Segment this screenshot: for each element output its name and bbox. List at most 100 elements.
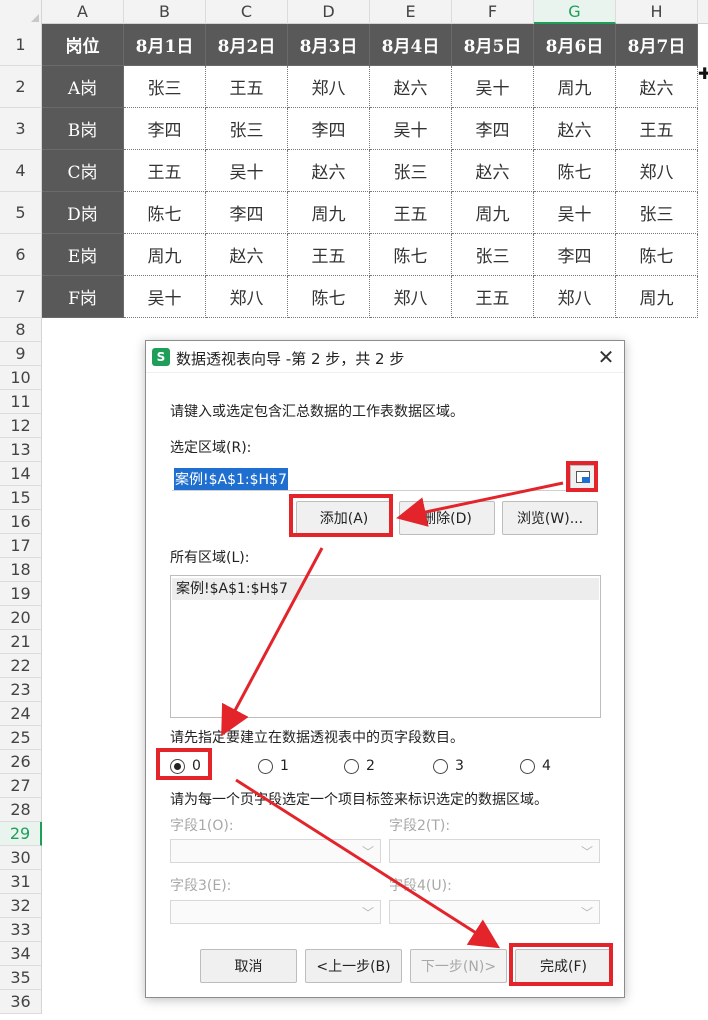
table-cell[interactable]: E岗 [42, 234, 124, 276]
table-cell[interactable]: 赵六 [288, 150, 370, 192]
collapse-dialog-button[interactable] [570, 465, 596, 489]
table-cell[interactable]: 赵六 [206, 234, 288, 276]
row-header-7[interactable]: 7 [0, 276, 42, 318]
cancel-button[interactable]: 取消 [200, 949, 297, 983]
row-header-22[interactable]: 22 [0, 654, 42, 678]
finish-button[interactable]: 完成(F) [515, 949, 612, 983]
table-cell[interactable]: A岗 [42, 66, 124, 108]
table-cell[interactable]: 吴十 [206, 150, 288, 192]
radio-page-field-0[interactable]: 0 [170, 756, 201, 776]
column-header-c[interactable]: C [206, 0, 288, 24]
table-cell[interactable]: 李四 [206, 192, 288, 234]
field2-combo[interactable]: ﹀ [389, 839, 600, 863]
row-header-23[interactable]: 23 [0, 678, 42, 702]
row-header-36[interactable]: 36 [0, 990, 42, 1014]
row-header-8[interactable]: 8 [0, 318, 42, 342]
field4-combo[interactable]: ﹀ [389, 900, 600, 924]
table-cell[interactable]: 李四 [124, 108, 206, 150]
column-header-h[interactable]: H [616, 0, 698, 24]
table-cell[interactable]: 陈七 [370, 234, 452, 276]
row-header-30[interactable]: 30 [0, 846, 42, 870]
table-cell[interactable]: 郑八 [534, 276, 616, 318]
table-cell[interactable]: F岗 [42, 276, 124, 318]
table-cell[interactable]: 周九 [124, 234, 206, 276]
row-header-18[interactable]: 18 [0, 558, 42, 582]
select-all-corner[interactable] [0, 0, 42, 24]
table-cell[interactable]: 陈七 [124, 192, 206, 234]
table-cell[interactable]: 吴十 [124, 276, 206, 318]
radio-page-field-1[interactable]: 1 [258, 756, 289, 776]
table-cell[interactable]: 周九 [288, 192, 370, 234]
field1-combo[interactable]: ﹀ [170, 839, 381, 863]
table-header-cell[interactable]: 8月7日 [616, 24, 698, 66]
table-cell[interactable]: 李四 [452, 108, 534, 150]
row-header-19[interactable]: 19 [0, 582, 42, 606]
radio-page-field-2[interactable]: 2 [344, 756, 375, 776]
table-cell[interactable]: 周九 [616, 276, 698, 318]
column-header-g[interactable]: G [534, 0, 616, 24]
row-header-3[interactable]: 3 [0, 108, 42, 150]
row-header-32[interactable]: 32 [0, 894, 42, 918]
browse-button[interactable]: 浏览(W)... [502, 501, 598, 535]
table-header-cell[interactable]: 岗位 [42, 24, 124, 66]
table-header-cell[interactable]: 8月6日 [534, 24, 616, 66]
radio-page-field-4[interactable]: 4 [520, 756, 551, 776]
column-header-e[interactable]: E [370, 0, 452, 24]
row-header-14[interactable]: 14 [0, 462, 42, 486]
row-header-34[interactable]: 34 [0, 942, 42, 966]
table-cell[interactable]: 郑八 [370, 276, 452, 318]
table-cell[interactable]: 张三 [370, 150, 452, 192]
column-header-d[interactable]: D [288, 0, 370, 24]
table-cell[interactable]: 张三 [206, 108, 288, 150]
close-icon[interactable]: ✕ [594, 345, 618, 369]
row-header-10[interactable]: 10 [0, 366, 42, 390]
row-header-33[interactable]: 33 [0, 918, 42, 942]
row-header-31[interactable]: 31 [0, 870, 42, 894]
table-cell[interactable]: 郑八 [616, 150, 698, 192]
row-header-21[interactable]: 21 [0, 630, 42, 654]
row-header-16[interactable]: 16 [0, 510, 42, 534]
table-header-cell[interactable]: 8月2日 [206, 24, 288, 66]
table-cell[interactable]: B岗 [42, 108, 124, 150]
table-cell[interactable]: 张三 [124, 66, 206, 108]
table-header-cell[interactable]: 8月5日 [452, 24, 534, 66]
table-cell[interactable]: 王五 [288, 234, 370, 276]
row-header-6[interactable]: 6 [0, 234, 42, 276]
row-header-9[interactable]: 9 [0, 342, 42, 366]
row-header-24[interactable]: 24 [0, 702, 42, 726]
table-cell[interactable]: 王五 [616, 108, 698, 150]
table-cell[interactable]: 王五 [206, 66, 288, 108]
row-header-25[interactable]: 25 [0, 726, 42, 750]
row-header-27[interactable]: 27 [0, 774, 42, 798]
table-cell[interactable]: 王五 [452, 276, 534, 318]
table-cell[interactable]: 吴十 [452, 66, 534, 108]
table-cell[interactable]: 王五 [370, 192, 452, 234]
column-header-a[interactable]: A [42, 0, 124, 24]
row-header-13[interactable]: 13 [0, 438, 42, 462]
table-cell[interactable]: 郑八 [206, 276, 288, 318]
table-header-cell[interactable]: 8月1日 [124, 24, 206, 66]
field3-combo[interactable]: ﹀ [170, 900, 381, 924]
table-cell[interactable]: 张三 [452, 234, 534, 276]
table-cell[interactable]: 陈七 [288, 276, 370, 318]
row-header-20[interactable]: 20 [0, 606, 42, 630]
row-header-5[interactable]: 5 [0, 192, 42, 234]
row-header-4[interactable]: 4 [0, 150, 42, 192]
table-cell[interactable]: D岗 [42, 192, 124, 234]
row-header-28[interactable]: 28 [0, 798, 42, 822]
table-cell[interactable]: 赵六 [534, 108, 616, 150]
row-header-11[interactable]: 11 [0, 390, 42, 414]
all-ranges-list[interactable]: 案例!$A$1:$H$7 [170, 575, 601, 718]
column-header-f[interactable]: F [452, 0, 534, 24]
row-header-29[interactable]: 29 [0, 822, 42, 846]
delete-button[interactable]: 删除(D) [399, 501, 495, 535]
back-button[interactable]: <上一步(B) [305, 949, 402, 983]
table-header-cell[interactable]: 8月4日 [370, 24, 452, 66]
table-cell[interactable]: 陈七 [616, 234, 698, 276]
table-cell[interactable]: 周九 [534, 66, 616, 108]
list-item[interactable]: 案例!$A$1:$H$7 [172, 578, 599, 600]
table-cell[interactable]: 赵六 [452, 150, 534, 192]
radio-page-field-3[interactable]: 3 [433, 756, 464, 776]
table-cell[interactable]: 周九 [452, 192, 534, 234]
row-header-17[interactable]: 17 [0, 534, 42, 558]
